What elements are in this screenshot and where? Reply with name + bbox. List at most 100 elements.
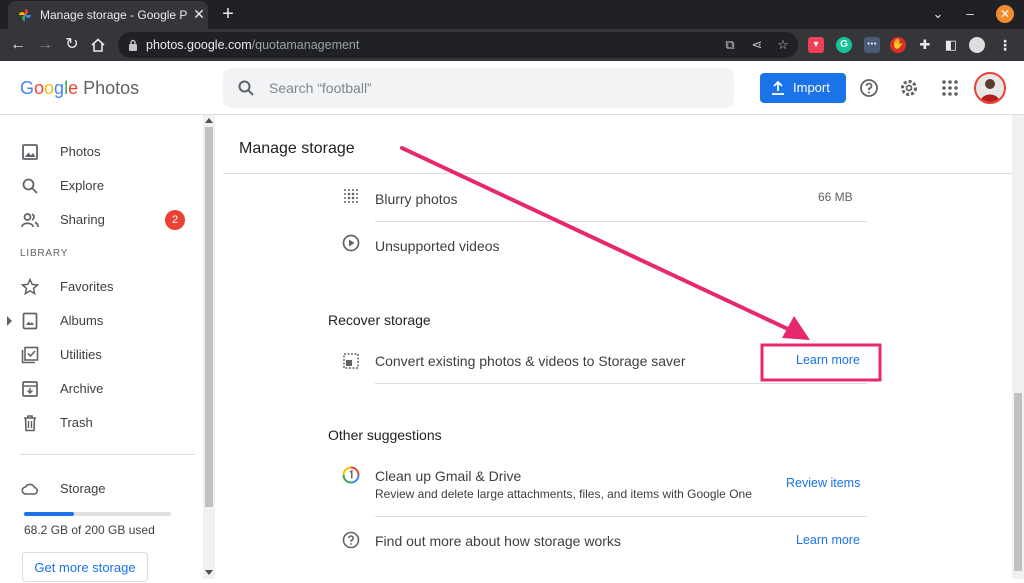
people-icon [21, 213, 39, 228]
sidebar-item-label: Photos [60, 144, 101, 159]
extension-icon[interactable]: ⋯ [864, 37, 880, 53]
reload-icon[interactable]: ↻ [62, 35, 82, 55]
storage-progress-bar [24, 512, 171, 516]
google-photos-favicon [19, 9, 31, 21]
review-items-link[interactable]: Review items [786, 476, 860, 490]
scroll-down-arrow-icon[interactable] [205, 570, 213, 575]
archive-icon [22, 381, 38, 397]
import-button[interactable]: Import [760, 73, 846, 103]
tab-close-icon[interactable]: ✕ [192, 7, 206, 21]
storage-used-text: 68.2 GB of 200 GB used [24, 523, 155, 537]
sidebar-item-label: Utilities [60, 347, 102, 362]
sidebar-scroll-thumb[interactable] [205, 127, 213, 507]
star-icon [21, 278, 39, 296]
upload-icon [772, 80, 784, 95]
url-host: photos.google.com [146, 38, 252, 52]
logo-letter: G [20, 78, 35, 98]
sidebar-item-explore[interactable]: Explore [0, 169, 200, 203]
main-scrollbar[interactable] [1012, 115, 1024, 579]
blur-icon [344, 189, 358, 203]
logo-letter: o [34, 78, 45, 98]
sidebar-divider [20, 454, 195, 455]
puzzle-extensions-icon[interactable]: ✚ [917, 37, 933, 53]
settings-gear-icon[interactable] [899, 78, 919, 98]
open-in-app-icon[interactable]: ⧉ [722, 37, 738, 53]
share-icon[interactable]: ⋖ [749, 37, 765, 53]
block-extension-icon[interactable]: ✋ [890, 37, 906, 53]
scroll-up-arrow-icon[interactable] [205, 118, 213, 123]
logo-photos-text: Photos [83, 78, 140, 98]
search-icon [22, 178, 38, 194]
new-tab-icon[interactable]: + [218, 4, 238, 24]
main-scroll-thumb[interactable] [1014, 393, 1022, 571]
profile-avatar-icon[interactable] [969, 37, 985, 53]
google-one-icon [342, 466, 360, 484]
tab-search-icon[interactable]: ⌄ [930, 6, 946, 22]
checklist-icon [21, 346, 39, 364]
minimize-icon[interactable]: – [962, 6, 978, 22]
browser-menu-icon[interactable]: ⋮ [997, 37, 1013, 53]
sidebar-item-label: Sharing [60, 212, 105, 227]
sidebar-item-label: Favorites [60, 279, 114, 294]
address-bar[interactable]: photos.google.com/quotamanagement ⧉ ⋖ ☆ [118, 32, 798, 58]
pocket-extension-icon[interactable]: ▾ [808, 37, 824, 53]
sidebar-item-label: Trash [60, 415, 93, 430]
import-label: Import [793, 80, 830, 95]
help-icon[interactable] [859, 78, 879, 98]
trash-icon [24, 415, 36, 432]
window-close-icon[interactable]: ✕ [996, 5, 1014, 23]
recover-storage-heading: Recover storage [328, 312, 431, 328]
grammarly-extension-icon[interactable]: G [836, 37, 852, 53]
unsupported-videos-label[interactable]: Unsupported videos [375, 238, 500, 254]
storage-saver-icon [343, 353, 359, 369]
forward-icon[interactable]: → [35, 35, 55, 55]
app-header: Google Photos Search “football” Import [0, 61, 1024, 115]
storage-saver-label: Convert existing photos & videos to Stor… [375, 353, 686, 369]
avatar-image [980, 79, 1000, 102]
account-avatar[interactable] [974, 72, 1006, 104]
row-divider [375, 383, 867, 384]
get-more-storage-button[interactable]: Get more storage [22, 552, 148, 582]
clean-up-gmail-drive-label: Clean up Gmail & Drive [375, 468, 522, 484]
bookmark-star-icon[interactable]: ☆ [775, 37, 791, 53]
search-box[interactable]: Search “football” [223, 68, 734, 108]
play-circle-icon [342, 234, 360, 252]
sidebar-item-archive[interactable]: Archive [0, 372, 200, 406]
sidebar-item-favorites[interactable]: Favorites [0, 270, 200, 304]
sidebar-item-trash[interactable]: Trash [0, 406, 200, 440]
browser-toolbar: ← → ↻ photos.google.com/quotamanagement … [0, 29, 1024, 61]
sidebar-item-photos[interactable]: Photos [0, 135, 200, 169]
cloud-icon [21, 483, 38, 495]
url-text: photos.google.com/quotamanagement [146, 38, 359, 52]
page-title: Manage storage [239, 140, 355, 157]
blurry-photos-label[interactable]: Blurry photos [375, 191, 457, 207]
storage-progress-fill [24, 512, 75, 516]
blurry-photos-size: 66 MB [818, 190, 853, 204]
storage-info-label: Find out more about how storage works [375, 533, 621, 549]
sidebar-item-albums[interactable]: Albums [0, 304, 200, 338]
apps-grid-icon[interactable] [940, 78, 960, 98]
search-input[interactable]: Search “football” [269, 80, 372, 96]
back-icon[interactable]: ← [8, 35, 28, 55]
row-divider [375, 516, 867, 517]
side-panel-icon[interactable]: ◧ [943, 37, 959, 53]
home-icon[interactable] [90, 37, 106, 53]
sidebar-item-label: Storage [60, 481, 106, 496]
library-section-label: LIBRARY [20, 248, 69, 259]
learn-more-storage-link[interactable]: Learn more [796, 533, 860, 547]
url-path: /quotamanagement [251, 38, 360, 52]
sidebar-item-utilities[interactable]: Utilities [0, 338, 200, 372]
google-photos-logo[interactable]: Google Photos [20, 78, 139, 99]
row-divider [375, 221, 867, 222]
sidebar-item-label: Archive [60, 381, 104, 396]
search-icon [238, 80, 254, 96]
sidebar-scrollbar[interactable] [203, 115, 215, 579]
browser-tab[interactable]: Manage storage - Google Photos ✕ [8, 1, 208, 29]
sidebar: Photos Explore Sharing 2 LIBRARY Favorit… [0, 115, 203, 582]
clean-up-description: Review and delete large attachments, fil… [375, 487, 752, 501]
sidebar-item-label: Albums [60, 313, 104, 328]
sidebar-item-storage[interactable]: Storage [0, 472, 200, 506]
logo-letter: g [54, 78, 65, 98]
main-content: Manage storage Blurry photos 66 MB Unsup… [223, 115, 1012, 579]
learn-more-storage-saver-link[interactable]: Learn more [796, 353, 860, 367]
